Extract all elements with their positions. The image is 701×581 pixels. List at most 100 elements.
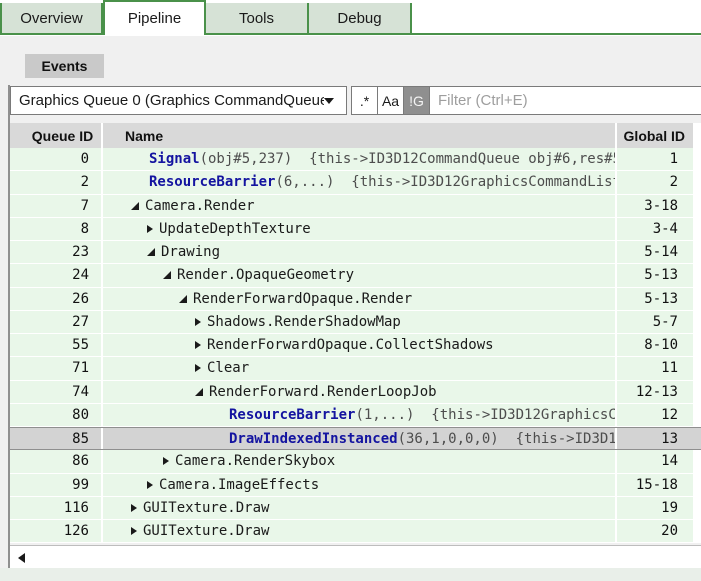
function-name: DrawIndexedInstanced — [229, 431, 398, 447]
column-header-name[interactable]: Name — [103, 123, 617, 148]
event-label: RenderForwardOpaque.Render — [193, 291, 412, 307]
row-filler — [693, 450, 701, 472]
queue-id-cell: 85 — [10, 428, 103, 449]
event-name-cell: Drawing — [103, 241, 617, 263]
event-name-cell: Camera.Render — [103, 195, 617, 217]
queue-id-cell: 7 — [10, 195, 103, 217]
queue-id-cell: 99 — [10, 474, 103, 496]
event-row-2[interactable]: 2 ResourceBarrier (6,...) {this->ID3D12G… — [10, 171, 701, 194]
tree-expand-icon[interactable] — [147, 225, 153, 233]
scroll-left-icon[interactable] — [18, 553, 25, 563]
event-label: Camera.RenderSkybox — [175, 453, 335, 469]
row-filler — [693, 334, 701, 356]
global-id-cell: 19 — [617, 497, 693, 519]
tree-expand-icon[interactable] — [131, 504, 137, 512]
column-header-filler — [693, 123, 701, 148]
event-row-24[interactable]: 24 Render.OpaqueGeometry 5-13 — [10, 264, 701, 287]
tab-events[interactable]: Events — [25, 54, 104, 78]
tree-expand-icon[interactable] — [195, 318, 201, 326]
tab-debug[interactable]: Debug — [309, 3, 412, 33]
event-row-116[interactable]: 116 GUITexture.Draw 19 — [10, 497, 701, 520]
function-args: (36,1,0,0,0) {this->ID3D12GraphicsComman… — [398, 431, 617, 447]
tab-overview[interactable]: Overview — [0, 3, 103, 33]
global-id-cell: 14 — [617, 450, 693, 472]
queue-id-cell: 0 — [10, 148, 103, 170]
tab-tools[interactable]: Tools — [206, 3, 309, 33]
global-id-cell: 5-14 — [617, 241, 693, 263]
row-filler — [693, 404, 701, 426]
event-table: Queue ID Name Global ID 0 Signal (obj#5,… — [10, 123, 701, 543]
global-id-cell: 2 — [617, 171, 693, 193]
event-row-8[interactable]: 8 UpdateDepthTexture 3-4 — [10, 218, 701, 241]
function-name: ResourceBarrier — [149, 174, 275, 190]
tree-expand-icon[interactable] — [147, 481, 153, 489]
queue-id-cell: 55 — [10, 334, 103, 356]
tree-expand-icon[interactable] — [195, 364, 201, 372]
row-filler — [693, 520, 701, 542]
event-label: Camera.Render — [145, 198, 255, 214]
tree-expand-icon[interactable] — [179, 295, 187, 303]
chevron-down-icon — [324, 98, 334, 104]
event-name-cell: ResourceBarrier (6,...) {this->ID3D12Gra… — [103, 171, 617, 193]
event-row-27[interactable]: 27 Shadows.RenderShadowMap 5-7 — [10, 311, 701, 334]
main-tabbar: Overview Pipeline Tools Debug — [0, 0, 701, 36]
event-label: RenderForwardOpaque.CollectShadows — [207, 337, 494, 353]
tree-expand-icon[interactable] — [131, 202, 139, 210]
event-row-85[interactable]: 85 DrawIndexedInstanced (36,1,0,0,0) {th… — [10, 427, 701, 450]
filter-mode-toggle-button[interactable]: !G — [403, 86, 430, 115]
queue-id-cell: 74 — [10, 381, 103, 403]
event-row-55[interactable]: 55 RenderForwardOpaque.CollectShadows 8-… — [10, 334, 701, 357]
event-row-126[interactable]: 126 GUITexture.Draw 20 — [10, 520, 701, 543]
horizontal-scrollbar[interactable] — [10, 545, 701, 569]
global-id-cell: 5-13 — [617, 288, 693, 310]
window-bottom-border — [0, 568, 701, 581]
tab-label: Overview — [20, 10, 83, 27]
event-name-cell: Clear — [103, 357, 617, 379]
event-row-0[interactable]: 0 Signal (obj#5,237) {this->ID3D12Comman… — [10, 148, 701, 171]
function-args: (obj#5,237) {this->ID3D12CommandQueue ob… — [200, 151, 617, 167]
event-row-7[interactable]: 7 Camera.Render 3-18 — [10, 195, 701, 218]
global-id-cell: 3-4 — [617, 218, 693, 240]
queue-selector-dropdown[interactable]: Graphics Queue 0 (Graphics CommandQueue) — [10, 86, 347, 115]
tree-expand-icon[interactable] — [195, 388, 203, 396]
tree-expand-icon[interactable] — [163, 457, 169, 465]
event-row-26[interactable]: 26 RenderForwardOpaque.Render 5-13 — [10, 288, 701, 311]
event-name-cell: RenderForward.RenderLoopJob — [103, 381, 617, 403]
filter-input[interactable] — [429, 86, 701, 115]
queue-id-cell: 23 — [10, 241, 103, 263]
event-row-23[interactable]: 23 Drawing 5-14 — [10, 241, 701, 264]
events-tab-label: Events — [42, 58, 88, 74]
regex-toggle-button[interactable]: .* — [351, 86, 378, 115]
queue-id-cell: 26 — [10, 288, 103, 310]
event-name-cell: DrawIndexedInstanced (36,1,0,0,0) {this-… — [103, 428, 617, 449]
row-filler — [693, 497, 701, 519]
event-row-71[interactable]: 71 Clear 11 — [10, 357, 701, 380]
global-id-cell: 5-7 — [617, 311, 693, 333]
row-filler — [693, 357, 701, 379]
column-header-queue-id[interactable]: Queue ID — [10, 123, 103, 148]
tab-pipeline[interactable]: Pipeline — [103, 0, 206, 35]
row-filler — [693, 381, 701, 403]
global-id-cell: 8-10 — [617, 334, 693, 356]
column-header-global-id[interactable]: Global ID — [617, 123, 693, 148]
tree-expand-icon[interactable] — [131, 527, 137, 535]
row-filler — [693, 195, 701, 217]
event-row-74[interactable]: 74 RenderForward.RenderLoopJob 12-13 — [10, 381, 701, 404]
event-row-86[interactable]: 86 Camera.RenderSkybox 14 — [10, 450, 701, 473]
event-label: Camera.ImageEffects — [159, 477, 319, 493]
row-filler — [693, 474, 701, 496]
tab-label: Pipeline — [128, 10, 181, 27]
tree-expand-icon[interactable] — [195, 341, 201, 349]
event-name-cell: RenderForwardOpaque.Render — [103, 288, 617, 310]
queue-id-cell: 2 — [10, 171, 103, 193]
queue-id-cell: 71 — [10, 357, 103, 379]
event-label: Clear — [207, 360, 249, 376]
event-label: GUITexture.Draw — [143, 500, 269, 516]
event-row-80[interactable]: 80 ResourceBarrier (1,...) {this->ID3D12… — [10, 404, 701, 427]
event-row-99[interactable]: 99 Camera.ImageEffects 15-18 — [10, 474, 701, 497]
row-filler — [693, 264, 701, 286]
tree-expand-icon[interactable] — [147, 248, 155, 256]
case-sensitive-toggle-button[interactable]: Aa — [377, 86, 404, 115]
tree-expand-icon[interactable] — [163, 271, 171, 279]
event-name-cell: Camera.RenderSkybox — [103, 450, 617, 472]
